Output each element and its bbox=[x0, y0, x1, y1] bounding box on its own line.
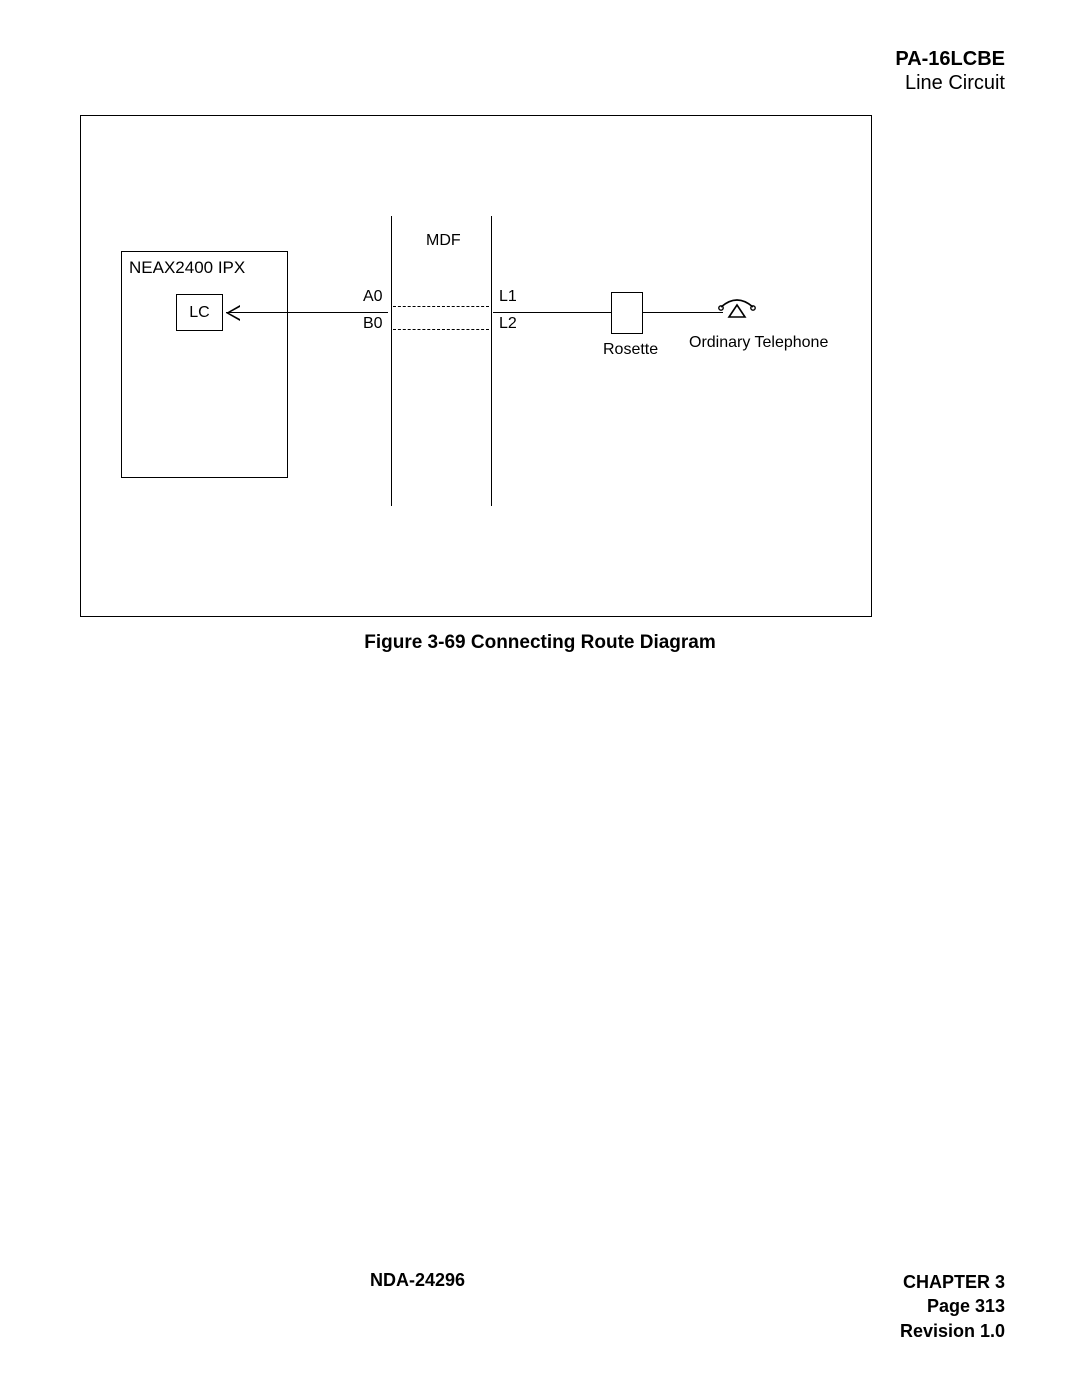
terminal-l2-label: L2 bbox=[499, 315, 517, 333]
page: PA-16LCBE Line Circuit NEAX2400 IPX LC M… bbox=[0, 0, 1080, 1397]
terminal-a0-label: A0 bbox=[363, 288, 383, 306]
footer-revision: Revision 1.0 bbox=[900, 1319, 1005, 1343]
terminal-l1-label: L1 bbox=[499, 288, 517, 306]
rosette-box bbox=[611, 292, 643, 334]
neax-box bbox=[121, 251, 288, 478]
figure-frame: NEAX2400 IPX LC MDF A0 B0 L1 L2 Rosette bbox=[80, 115, 872, 617]
page-header-title: PA-16LCBE bbox=[895, 48, 1005, 71]
footer-chapter: CHAPTER 3 bbox=[900, 1270, 1005, 1294]
rosette-label: Rosette bbox=[603, 341, 658, 359]
mdf-vertical-right bbox=[491, 216, 492, 506]
figure-caption: Figure 3-69 Connecting Route Diagram bbox=[0, 632, 1080, 654]
mdf-vertical-left bbox=[391, 216, 392, 506]
telephone-icon bbox=[717, 297, 757, 330]
mdf-label: MDF bbox=[426, 232, 461, 250]
footer-right-block: CHAPTER 3 Page 313 Revision 1.0 bbox=[900, 1270, 1005, 1343]
phone-label: Ordinary Telephone bbox=[689, 334, 828, 352]
footer-page: Page 313 bbox=[900, 1294, 1005, 1318]
page-header-subtitle: Line Circuit bbox=[905, 72, 1005, 95]
lc-box: LC bbox=[176, 294, 223, 331]
footer-doc-id: NDA-24296 bbox=[370, 1270, 465, 1291]
mdf-to-rosette-line bbox=[493, 312, 613, 313]
rosette-to-phone-line bbox=[643, 312, 723, 313]
mdf-dash-bottom bbox=[393, 329, 489, 330]
lc-to-mdf-line bbox=[226, 312, 388, 313]
mdf-dash-top bbox=[393, 306, 489, 307]
arrow-head-inner-icon bbox=[229, 307, 240, 319]
terminal-b0-label: B0 bbox=[363, 315, 383, 333]
